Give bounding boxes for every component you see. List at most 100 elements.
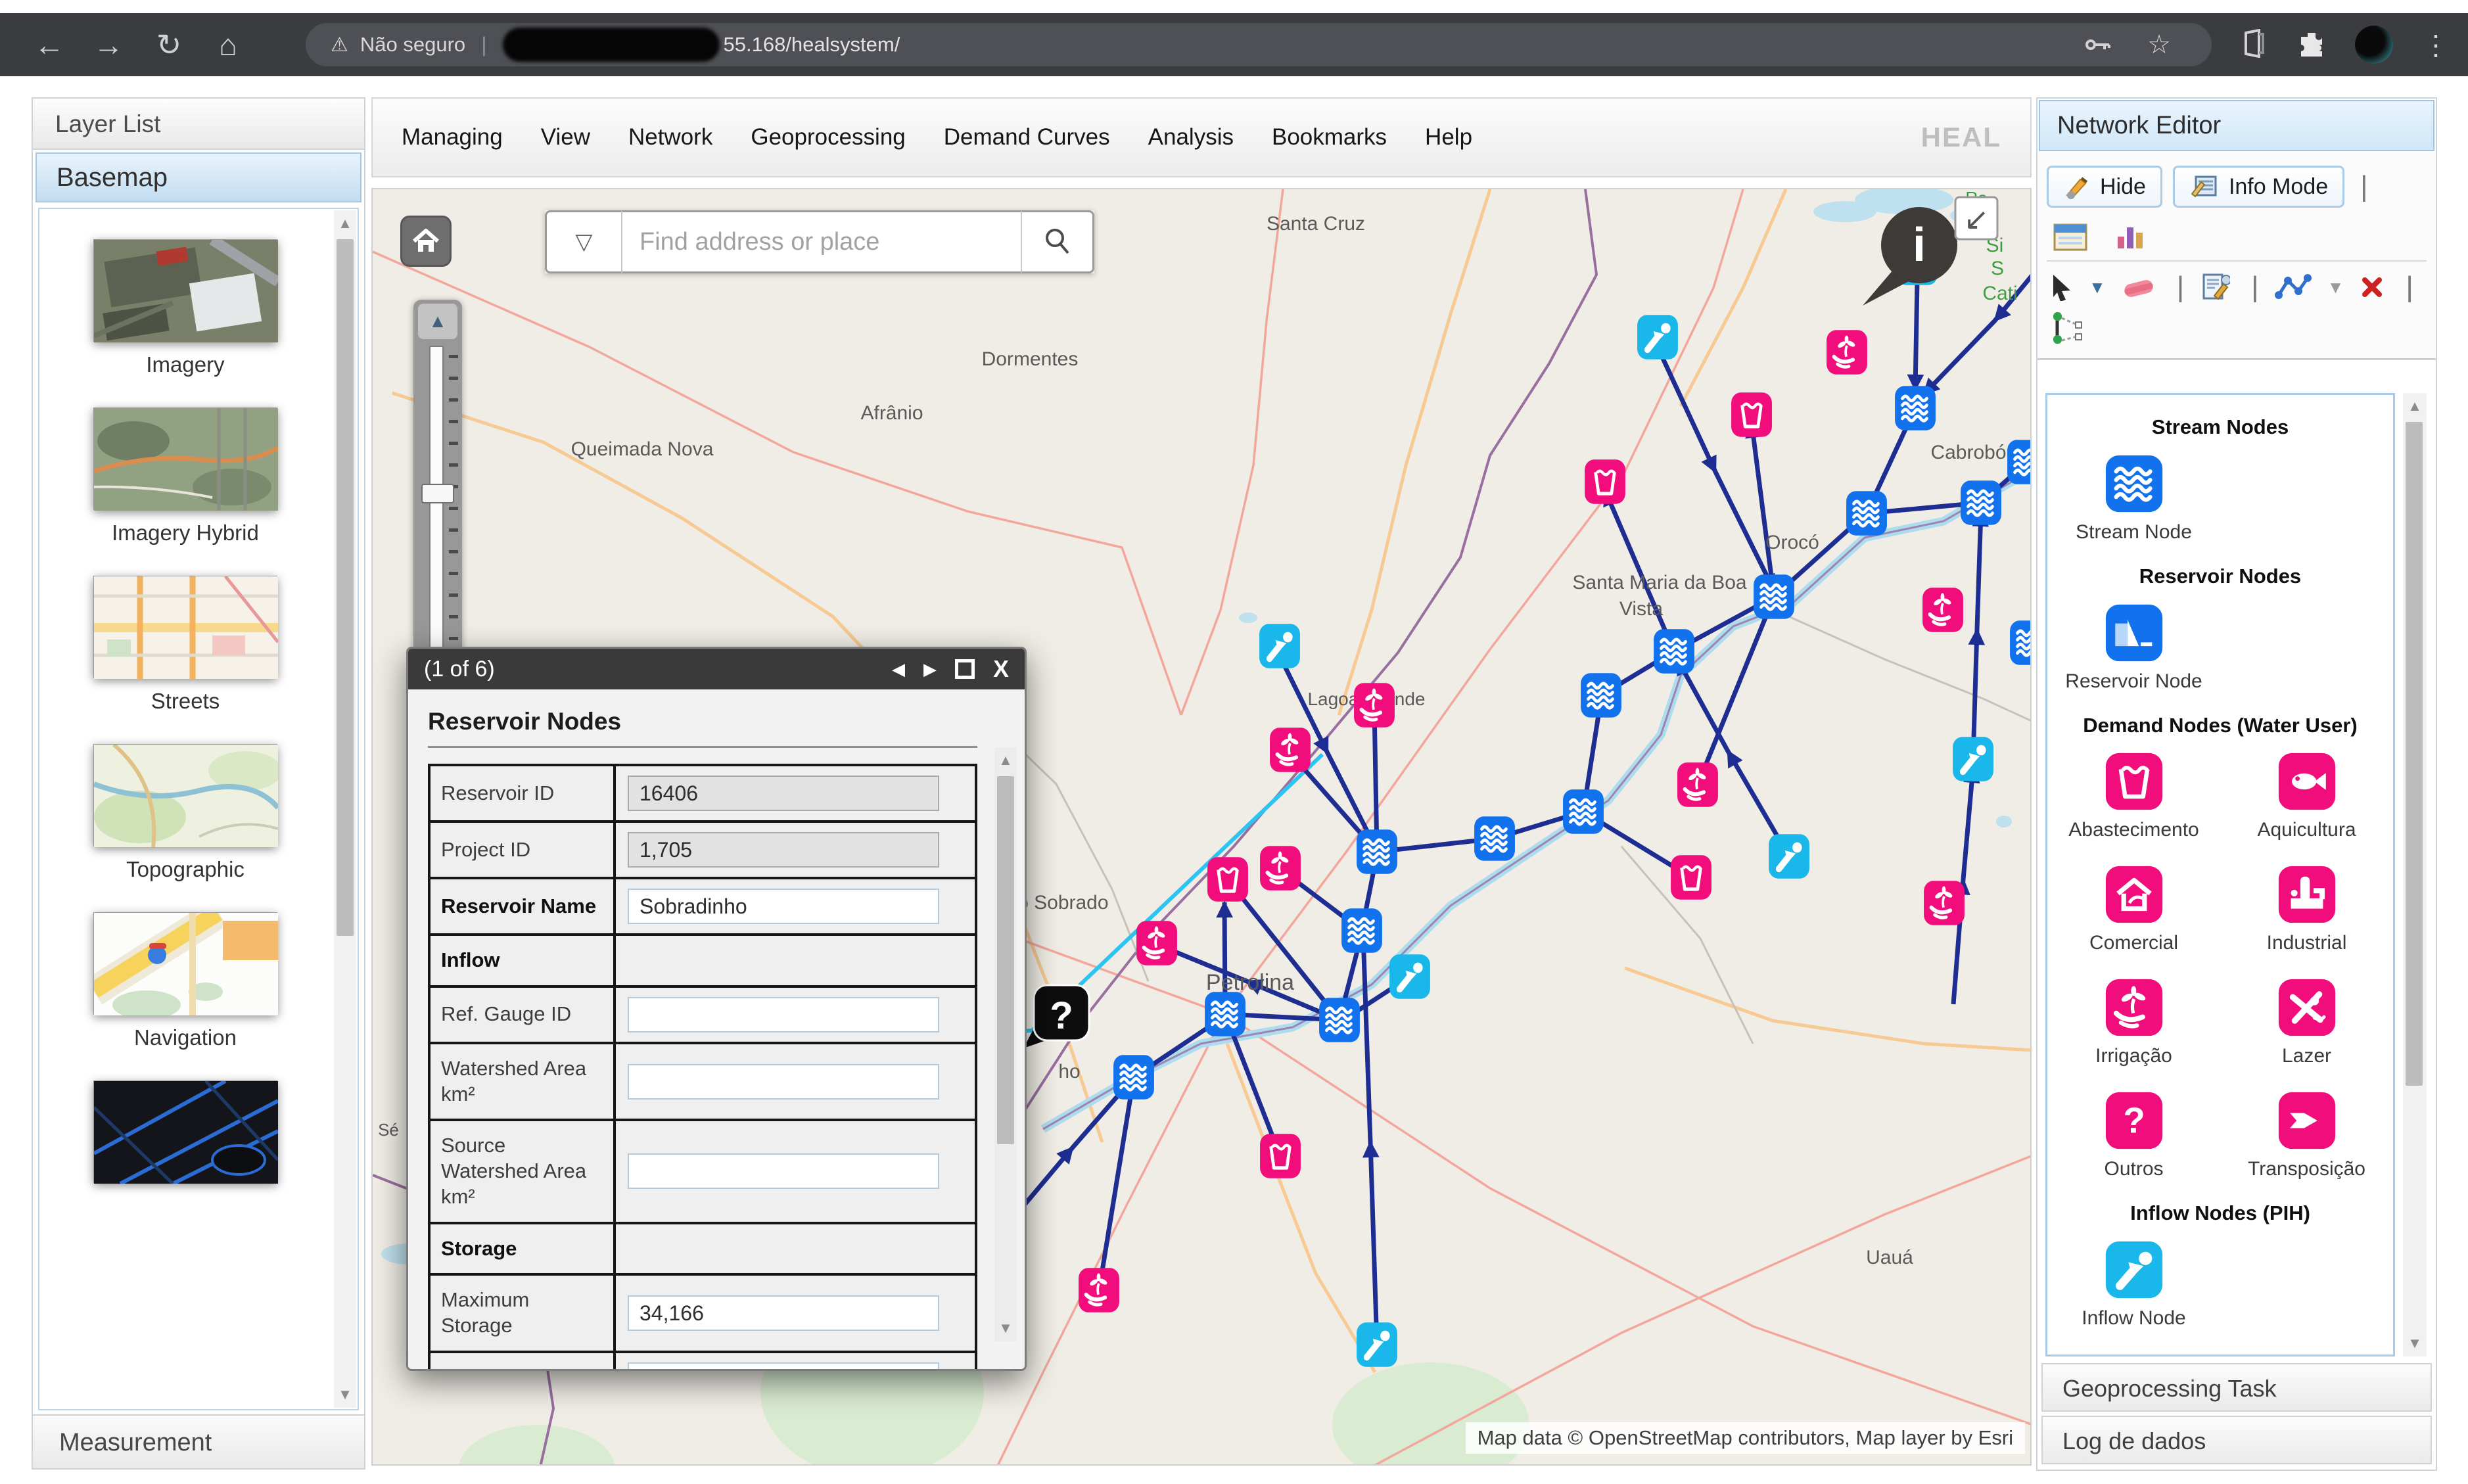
- edit-vertices-icon[interactable]: [2051, 310, 2087, 344]
- scrollbar-thumb[interactable]: [2406, 422, 2423, 1086]
- menu-geoprocessing[interactable]: Geoprocessing: [751, 124, 905, 151]
- palette-item-stream[interactable]: Stream Node: [2047, 453, 2220, 544]
- basemap-scrollbar[interactable]: ▲ ▼: [334, 210, 356, 1408]
- popup-next-icon[interactable]: ▶: [923, 659, 937, 680]
- menu-analysis[interactable]: Analysis: [1148, 124, 1234, 151]
- extensions-puzzle-icon[interactable]: [2297, 29, 2326, 61]
- basemap-item-dark[interactable]: [80, 1080, 291, 1183]
- stream-node-icon[interactable]: [2104, 453, 2164, 514]
- map-node-inflow[interactable]: [1259, 624, 1300, 668]
- popup-close-icon[interactable]: X: [993, 655, 1009, 683]
- basemap-thumbnail-imagery[interactable]: [93, 239, 277, 342]
- map-node-stream[interactable]: [1654, 629, 1694, 674]
- basemap-item-navigation[interactable]: Navigation: [80, 912, 291, 1050]
- log-accordion-header[interactable]: Log de dados: [2041, 1416, 2432, 1464]
- scroll-down-icon[interactable]: ▼: [334, 1381, 356, 1408]
- scroll-down-icon[interactable]: ▼: [994, 1315, 1017, 1341]
- reload-icon[interactable]: ↻: [146, 13, 192, 76]
- key-icon[interactable]: [2084, 23, 2113, 66]
- slider-handle[interactable]: [421, 484, 454, 503]
- palette-item-abastecimento[interactable]: Abastecimento: [2047, 751, 2220, 842]
- map-node-stream[interactable]: [2007, 440, 2032, 484]
- field-input[interactable]: [628, 1362, 939, 1369]
- map-node-stream[interactable]: [1474, 816, 1515, 861]
- menu-help[interactable]: Help: [1425, 124, 1472, 151]
- search-scope-dropdown[interactable]: ▽: [545, 210, 622, 273]
- basemap-thumbnail-hybrid[interactable]: [93, 407, 277, 510]
- collapse-arrow-icon[interactable]: ↙: [1955, 197, 1997, 239]
- aquaculture-fish-icon[interactable]: [2277, 751, 2337, 812]
- basemap-thumbnail-dark[interactable]: [93, 1080, 277, 1183]
- palette-item-lazer[interactable]: Lazer: [2220, 977, 2393, 1068]
- palette-item-aquicultura[interactable]: Aquicultura: [2220, 751, 2393, 842]
- map-node-stream[interactable]: [1205, 992, 1246, 1036]
- inflow-node-icon[interactable]: [2104, 1240, 2164, 1300]
- map-node-irrigacao[interactable]: [1270, 728, 1311, 772]
- basemap-item-streets[interactable]: Streets: [80, 576, 291, 714]
- map-node-inflow[interactable]: [1637, 315, 1678, 359]
- leisure-icon[interactable]: [2277, 977, 2337, 1038]
- field-input[interactable]: [628, 1064, 939, 1100]
- map-node-stream[interactable]: [1341, 908, 1382, 953]
- draw-polyline-icon[interactable]: [2275, 273, 2312, 302]
- map-node-abastecimento[interactable]: [1671, 855, 1711, 900]
- map-node-abastecimento[interactable]: [1260, 1134, 1301, 1178]
- scrollbar-thumb[interactable]: [337, 239, 354, 936]
- map-node-stream[interactable]: [1113, 1055, 1154, 1100]
- zoom-in-icon[interactable]: ▲: [418, 304, 457, 339]
- popup-scrollbar[interactable]: ▲ ▼: [994, 747, 1017, 1341]
- popup-maximize-icon[interactable]: [955, 659, 975, 679]
- map-node-stream[interactable]: [2010, 620, 2032, 665]
- palette-item-inflow[interactable]: Inflow Node: [2047, 1240, 2220, 1330]
- field-input[interactable]: [628, 1153, 939, 1189]
- forward-icon[interactable]: →: [85, 13, 131, 76]
- transposition-icon[interactable]: [2277, 1090, 2337, 1151]
- polyline-dropdown-icon[interactable]: ▼: [2327, 277, 2344, 298]
- field-input[interactable]: [628, 889, 939, 924]
- water-supply-icon[interactable]: [2104, 751, 2164, 812]
- side-panel-icon[interactable]: [2239, 29, 2268, 61]
- select-pointer-icon[interactable]: [2051, 273, 2073, 301]
- palette-scrollbar[interactable]: ▲ ▼: [2403, 393, 2427, 1356]
- basemap-item-hybrid[interactable]: Imagery Hybrid: [80, 407, 291, 545]
- hide-button[interactable]: Hide: [2047, 166, 2162, 208]
- scroll-down-icon[interactable]: ▼: [2403, 1330, 2427, 1356]
- basemap-thumbnail-navigation[interactable]: [93, 912, 277, 1015]
- menu-managing[interactable]: Managing: [402, 124, 503, 151]
- map-node-inflow[interactable]: [1769, 834, 1809, 879]
- map-node-inflow[interactable]: [1357, 1322, 1397, 1367]
- field-input[interactable]: [628, 997, 939, 1032]
- map-node-stream[interactable]: [1754, 574, 1794, 619]
- map-node-abastecimento[interactable]: [1731, 392, 1772, 437]
- map-node-irrigacao[interactable]: [1354, 683, 1395, 728]
- map-node-inflow[interactable]: [1389, 954, 1430, 999]
- reservoir-node-icon[interactable]: [2104, 603, 2164, 663]
- palette-item-industrial[interactable]: Industrial: [2220, 864, 2393, 955]
- eraser-icon[interactable]: [2122, 274, 2156, 300]
- map-node-stream[interactable]: [1357, 829, 1397, 874]
- basemap-thumbnail-topographic[interactable]: [93, 744, 277, 846]
- palette-item-transposicao[interactable]: Transposição: [2220, 1090, 2393, 1181]
- palette-item-irrigacao[interactable]: Irrigação: [2047, 977, 2220, 1068]
- map-node-irrigacao[interactable]: [1922, 588, 1963, 632]
- scroll-up-icon[interactable]: ▲: [334, 210, 356, 237]
- map-node-irrigacao[interactable]: [1677, 762, 1718, 807]
- menu-demand-curves[interactable]: Demand Curves: [944, 124, 1110, 151]
- map-node-stream[interactable]: [1961, 480, 2001, 525]
- map-node-irrigacao[interactable]: [1260, 846, 1301, 891]
- browser-menu-icon[interactable]: ⋮: [2422, 29, 2450, 61]
- network-link[interactable]: [1915, 281, 1917, 390]
- map-node-irrigacao[interactable]: [1924, 881, 1965, 925]
- map-node-inflow[interactable]: [1953, 737, 1993, 781]
- map-node-irrigacao[interactable]: [1079, 1268, 1119, 1312]
- scrollbar-thumb[interactable]: [997, 776, 1014, 1144]
- basemap-accordion-header[interactable]: Basemap: [35, 152, 361, 202]
- irrigation-icon[interactable]: [2104, 977, 2164, 1038]
- commercial-icon[interactable]: [2104, 864, 2164, 925]
- field-input[interactable]: [628, 1295, 939, 1331]
- map-node-stream[interactable]: [1846, 491, 1887, 536]
- info-mode-button[interactable]: Info Mode: [2173, 166, 2344, 208]
- measurement-accordion-header[interactable]: Measurement: [33, 1414, 364, 1468]
- palette-item-reservoir[interactable]: Reservoir Node: [2047, 603, 2220, 693]
- map-node-abastecimento[interactable]: [1585, 459, 1625, 504]
